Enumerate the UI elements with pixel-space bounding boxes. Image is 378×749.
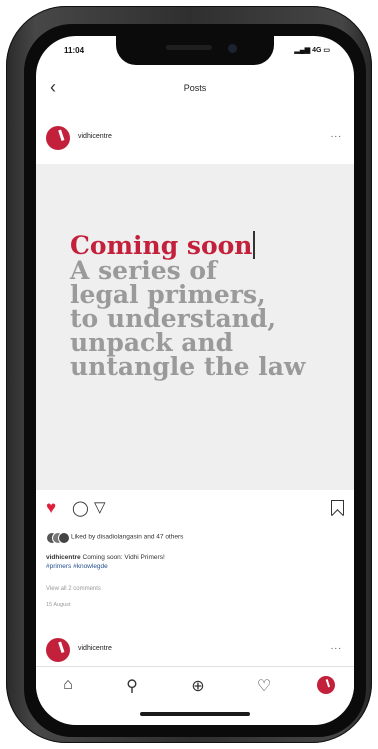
- post-actions: ♥ ◯ ▽: [36, 498, 354, 520]
- bookmark-icon[interactable]: [331, 500, 344, 515]
- avatar[interactable]: [46, 638, 70, 662]
- home-icon[interactable]: ⌂: [56, 676, 80, 694]
- likes-text: Liked by disadiolangasin and 47 others: [71, 533, 184, 541]
- more-options-icon[interactable]: ...: [331, 129, 342, 140]
- caption-username[interactable]: vidhicentre: [46, 554, 81, 561]
- status-time: 11:04: [64, 46, 85, 55]
- add-post-icon[interactable]: ⊕: [186, 676, 210, 696]
- home-indicator[interactable]: [140, 712, 250, 716]
- primer-line-5: untangle the law: [70, 352, 306, 381]
- search-icon[interactable]: ⚲: [120, 676, 144, 696]
- phone-frame: 11:04 ▂▄▆ 4G ▭ ‹ Posts vidhicentre ... C…: [6, 6, 372, 743]
- post-username[interactable]: vidhicentre: [78, 133, 112, 140]
- avatar[interactable]: [46, 126, 70, 150]
- bottom-tab-bar: ⌂ ⚲ ⊕ ♡: [36, 666, 354, 707]
- camera: [228, 44, 237, 53]
- heart-icon[interactable]: ♥: [46, 498, 56, 518]
- next-post-header: vidhicentre ...: [36, 630, 354, 664]
- page-title: Posts: [183, 83, 207, 93]
- comment-icon[interactable]: ◯: [72, 499, 89, 517]
- more-options-icon[interactable]: ...: [331, 641, 342, 652]
- hashtags[interactable]: #primers #knowlegde: [46, 563, 108, 570]
- post-image[interactable]: Coming soon A series of legal primers, t…: [36, 164, 354, 490]
- post-image-text: Coming soon A series of legal primers, t…: [70, 231, 305, 379]
- next-post-username[interactable]: vidhicentre: [78, 645, 112, 652]
- profile-avatar-icon: [317, 676, 335, 694]
- profile-tab[interactable]: [314, 676, 338, 694]
- top-nav: ‹ Posts: [36, 74, 354, 108]
- share-icon[interactable]: ▽: [94, 498, 106, 516]
- likes-line[interactable]: Liked by disadiolangasin and 47 others: [46, 532, 184, 544]
- caption-text: Coming soon: Vidhi Primers!: [82, 554, 165, 561]
- signal-indicator: ▂▄▆ 4G ▭: [294, 47, 330, 54]
- post-header: vidhicentre ...: [36, 118, 354, 154]
- liker-avatars: [46, 532, 70, 544]
- caption: vidhicentre Coming soon: Vidhi Primers! …: [46, 553, 336, 571]
- view-comments-link[interactable]: View all 2 comments: [46, 586, 101, 592]
- speaker: [166, 45, 212, 50]
- notch: [116, 36, 274, 65]
- phone-screen: 11:04 ▂▄▆ 4G ▭ ‹ Posts vidhicentre ... C…: [36, 36, 354, 725]
- post-date: 15 August: [46, 602, 71, 608]
- text-cursor: [253, 231, 256, 259]
- activity-heart-icon[interactable]: ♡: [252, 676, 276, 696]
